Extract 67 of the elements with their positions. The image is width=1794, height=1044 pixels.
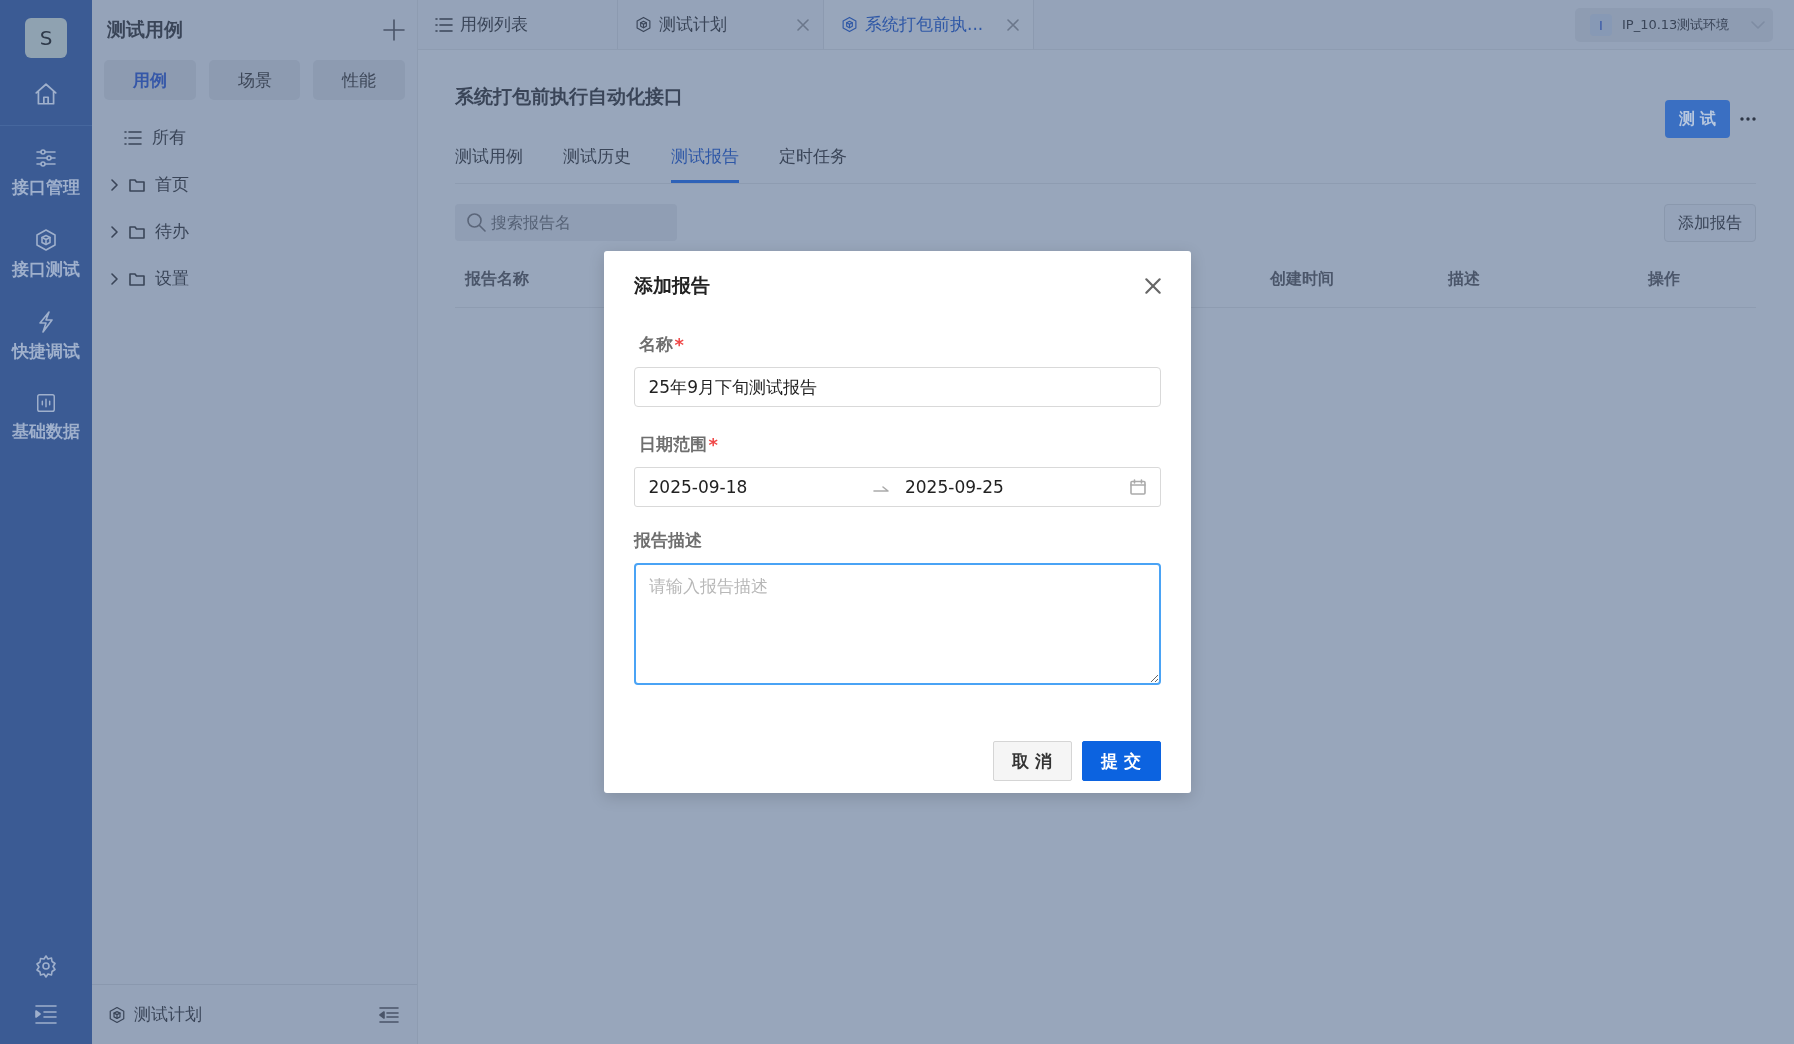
folder-icon bbox=[129, 271, 145, 286]
more-icon[interactable] bbox=[1740, 117, 1756, 121]
close-icon[interactable] bbox=[1007, 18, 1019, 31]
search-field[interactable]: 搜索报告名 bbox=[455, 204, 677, 241]
field-label: 名称 bbox=[638, 333, 673, 356]
search-icon bbox=[466, 212, 486, 232]
nav-item[interactable]: 基础数据 bbox=[12, 420, 80, 443]
sub-tab[interactable]: 测试用例 bbox=[455, 145, 523, 183]
field-label: 报告描述 bbox=[633, 529, 702, 552]
segment-tab[interactable]: 用例 bbox=[104, 60, 196, 100]
required-mark: * bbox=[674, 334, 684, 355]
close-icon[interactable] bbox=[797, 18, 809, 31]
segment-tab[interactable]: 场景 bbox=[208, 60, 301, 100]
folder-icon bbox=[129, 224, 145, 239]
date-range-field[interactable]: 2025-09-18 2025-09-25 bbox=[633, 467, 1161, 507]
list-icon bbox=[435, 16, 453, 33]
column-header: 创建时间 bbox=[1270, 269, 1334, 290]
cancel-button[interactable]: 取 消 bbox=[992, 741, 1072, 781]
dialog-title: 添加报告 bbox=[633, 273, 710, 298]
calendar-icon[interactable] bbox=[1129, 479, 1146, 495]
column-header: 操作 bbox=[1648, 269, 1680, 290]
environment-select[interactable]: I IP_10.13测试环境 bbox=[1575, 8, 1773, 42]
environment-label: IP_10.13测试环境 bbox=[1622, 16, 1731, 34]
name-field[interactable]: 25年9月下旬测试报告 bbox=[633, 367, 1161, 407]
tab[interactable]: 用例列表 bbox=[460, 13, 603, 36]
column-header: 描述 bbox=[1448, 269, 1480, 290]
chevron-icon[interactable] bbox=[110, 225, 119, 238]
collapse-icon[interactable] bbox=[379, 1006, 399, 1023]
submit-button[interactable]: 提 交 bbox=[1081, 741, 1161, 781]
required-mark: * bbox=[708, 434, 718, 455]
tree-item[interactable]: 待办 bbox=[155, 220, 189, 243]
chevron-icon[interactable] bbox=[110, 272, 119, 285]
settings-icon[interactable] bbox=[34, 954, 58, 978]
nav-item[interactable]: 快捷调试 bbox=[12, 340, 80, 363]
cube-icon bbox=[34, 228, 58, 252]
column-header: 报告名称 bbox=[465, 269, 529, 290]
test-button[interactable]: 测 试 bbox=[1665, 100, 1730, 138]
environment-badge: I bbox=[1590, 14, 1612, 36]
cube-icon bbox=[635, 16, 652, 33]
tab[interactable]: 测试计划 bbox=[659, 13, 790, 36]
nav-item[interactable]: 接口管理 bbox=[12, 176, 80, 199]
menu-icon[interactable] bbox=[35, 1004, 57, 1024]
description-field[interactable]: 请输入报告描述 bbox=[633, 563, 1161, 685]
close-button[interactable] bbox=[1144, 278, 1161, 294]
tree-item[interactable]: 设置 bbox=[155, 267, 189, 290]
cube-icon bbox=[841, 16, 858, 33]
sub-tab[interactable]: 测试历史 bbox=[563, 145, 631, 183]
list-icon bbox=[124, 129, 142, 146]
folder-icon bbox=[129, 177, 145, 192]
cube-icon bbox=[108, 1005, 126, 1024]
chart-icon bbox=[35, 392, 57, 414]
sub-tab[interactable]: 测试报告 bbox=[671, 145, 739, 183]
segment-tab[interactable]: 性能 bbox=[313, 60, 405, 100]
add-icon[interactable] bbox=[383, 19, 405, 41]
nav-item[interactable]: 接口测试 bbox=[12, 258, 80, 281]
footer-label[interactable]: 测试计划 bbox=[134, 1003, 202, 1026]
field-label: 日期范围 bbox=[638, 433, 707, 456]
tree-item[interactable]: 首页 bbox=[155, 173, 189, 196]
tree-item[interactable]: 所有 bbox=[152, 126, 186, 149]
sub-tab[interactable]: 定时任务 bbox=[779, 145, 847, 183]
page-title: 系统打包前执行自动化接口 bbox=[455, 84, 683, 109]
sliders-icon bbox=[34, 146, 58, 170]
add-report-button[interactable]: 添加报告 bbox=[1664, 204, 1756, 242]
chevron-icon[interactable] bbox=[110, 178, 119, 191]
avatar[interactable]: S bbox=[25, 18, 67, 58]
tab[interactable]: 系统打包前执... bbox=[865, 13, 1000, 36]
panel-title: 测试用例 bbox=[107, 17, 183, 42]
